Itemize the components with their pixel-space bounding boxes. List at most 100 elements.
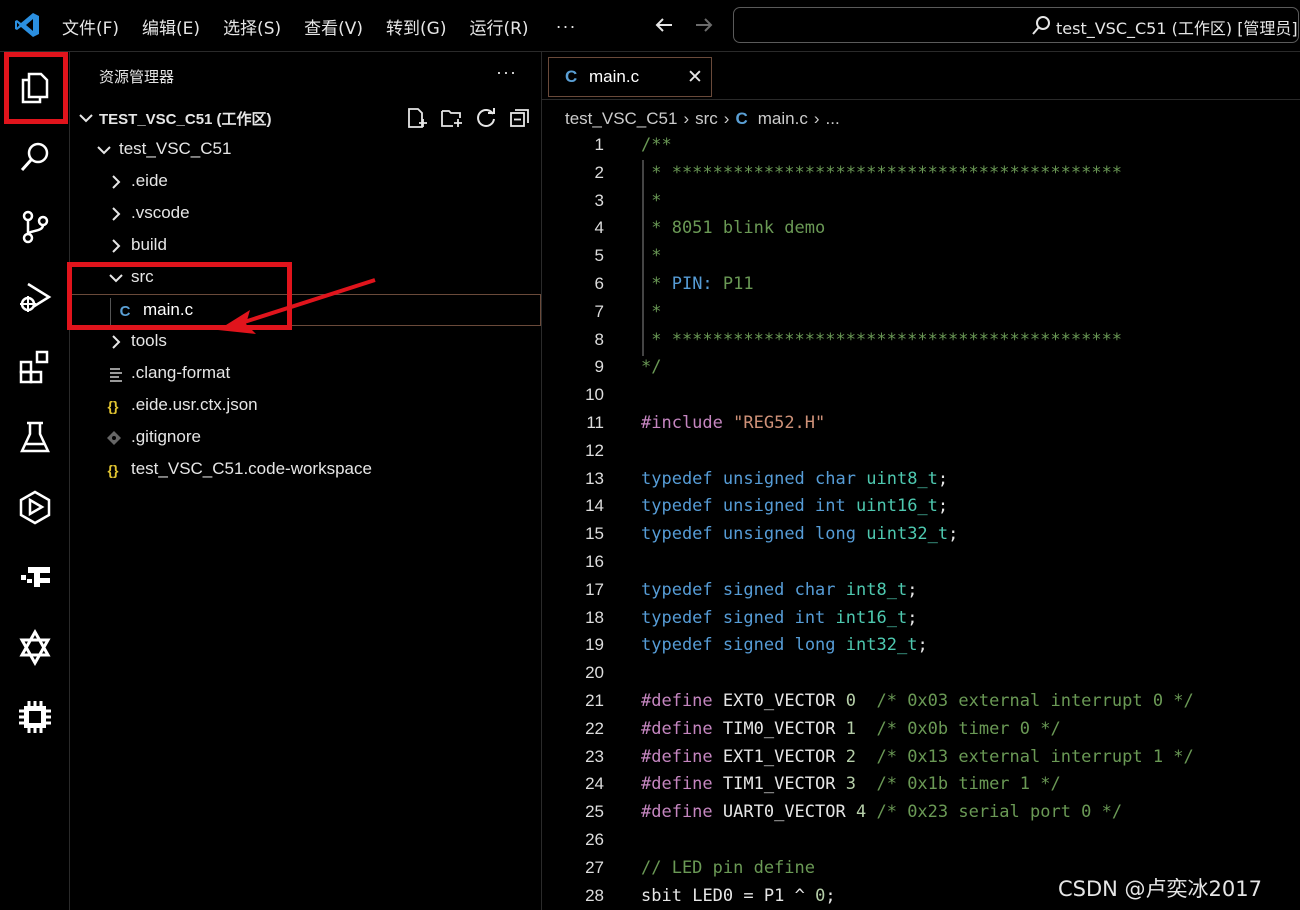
code-line[interactable]: 12: [542, 438, 1300, 466]
fold-guide: [642, 160, 644, 356]
code-text: #define TIM1_VECTOR 3 /* 0x1b timer 1 */: [641, 774, 1061, 795]
editor-area: C main.c ✕ test_VSC_C51 › src › C main.c…: [542, 52, 1300, 910]
code-text: typedef unsigned char uint8_t;: [641, 468, 949, 489]
tree-item-label: .eide.usr.ctx.json: [131, 395, 258, 414]
search-icon[interactable]: [14, 136, 56, 178]
tab-main-c[interactable]: C main.c ✕: [548, 57, 712, 97]
line-number: 26: [585, 830, 604, 849]
code-line[interactable]: 9 */: [542, 354, 1300, 382]
code-line[interactable]: 23 #define EXT1_VECTOR 2 /* 0x13 external…: [542, 744, 1300, 772]
line-number: 27: [585, 857, 604, 877]
chip-icon[interactable]: [14, 696, 56, 738]
refresh-icon[interactable]: [474, 106, 498, 130]
code-text: #define UART0_VECTOR 4 /* 0x23 serial po…: [641, 802, 1123, 823]
platformio-icon[interactable]: [14, 556, 56, 598]
tree-item-test-vsc-c51[interactable]: test_VSC_C51: [70, 134, 541, 166]
menu-file[interactable]: 文件(F): [62, 14, 119, 39]
code-line[interactable]: 25 #define UART0_VECTOR 4 /* 0x23 serial …: [542, 799, 1300, 827]
code-line[interactable]: 24 #define TIM1_VECTOR 3 /* 0x1b timer 1 …: [542, 771, 1300, 799]
eide-icon[interactable]: [14, 486, 56, 528]
line-number: 15: [585, 524, 604, 544]
menu-view[interactable]: 查看(V): [304, 14, 363, 39]
tree-item-label: .eide: [131, 171, 168, 190]
code-text: #include "REG52.H": [641, 413, 826, 433]
line-number: 21: [585, 691, 604, 710]
code-line[interactable]: 7 *: [542, 299, 1300, 327]
code-line[interactable]: 20: [542, 660, 1300, 688]
tree-item-eide[interactable]: .eide: [70, 166, 541, 198]
code-line[interactable]: 26: [542, 827, 1300, 855]
breadcrumb-item[interactable]: ...: [826, 109, 840, 129]
tree-item-build[interactable]: build: [70, 230, 541, 262]
extensions-icon[interactable]: [14, 346, 56, 388]
code-line[interactable]: 17 typedef signed char int8_t;: [542, 577, 1300, 605]
activity-bar: [0, 52, 70, 910]
line-number: 5: [594, 246, 604, 266]
forward-arrow-icon[interactable]: [692, 12, 716, 38]
menu-selection[interactable]: 选择(S): [223, 14, 281, 39]
code-line[interactable]: 3 *: [542, 188, 1300, 216]
line-number: 25: [585, 802, 604, 822]
command-center[interactable]: test_VSC_C51 (工作区) [管理员]: [733, 7, 1299, 43]
code-line[interactable]: 22 #define TIM0_VECTOR 1 /* 0x0b timer 0 …: [542, 716, 1300, 744]
tree-item-eide-usr-ctx-json[interactable]: {} .eide.usr.ctx.json: [70, 390, 541, 422]
code-text: *: [641, 190, 662, 211]
code-line[interactable]: 18 typedef signed int int16_t;: [542, 605, 1300, 633]
code-line[interactable]: 8 * ************************************…: [542, 327, 1300, 355]
more-actions-icon[interactable]: ···: [496, 62, 517, 83]
tree-item-code-workspace[interactable]: {} test_VSC_C51.code-workspace: [70, 454, 541, 486]
new-file-icon[interactable]: [405, 106, 429, 130]
code-line[interactable]: 6 * PIN: P11: [542, 271, 1300, 299]
code-line[interactable]: 11 #include "REG52.H": [542, 410, 1300, 438]
breadcrumb-item[interactable]: src: [695, 109, 718, 129]
code-line[interactable]: 5 *: [542, 243, 1300, 271]
code-line[interactable]: 19 typedef signed long int32_t;: [542, 632, 1300, 660]
remote-icon[interactable]: [14, 626, 56, 668]
tree-item-vscode[interactable]: .vscode: [70, 198, 541, 230]
line-number: 10: [585, 385, 604, 405]
tree-item-label: .gitignore: [131, 427, 201, 446]
menu-more-icon[interactable]: ···: [556, 16, 577, 37]
annotation-arrow-icon: [218, 278, 376, 334]
code-text: * **************************************…: [641, 162, 1123, 183]
line-number: 18: [585, 607, 604, 627]
code-line[interactable]: 21 #define EXT0_VECTOR 0 /* 0x03 external…: [542, 688, 1300, 716]
code-text: * 8051 blink demo: [641, 218, 826, 239]
c-file-icon: C: [565, 67, 578, 86]
source-control-icon[interactable]: [14, 206, 56, 248]
line-number: 8: [594, 329, 604, 349]
run-debug-icon[interactable]: [14, 276, 56, 318]
breadcrumb-item[interactable]: test_VSC_C51: [565, 109, 677, 129]
workspace-header[interactable]: TEST_VSC_C51 (工作区): [70, 104, 541, 132]
tree-item-label: test_VSC_C51.code-workspace: [131, 459, 372, 478]
line-number: 14: [585, 496, 604, 516]
new-folder-icon[interactable]: [440, 106, 464, 130]
explorer-highlight-box: [4, 52, 68, 124]
code-line[interactable]: 15 typedef unsigned long uint32_t;: [542, 521, 1300, 549]
testing-icon[interactable]: [14, 416, 56, 458]
code-line[interactable]: 1 /**: [542, 132, 1300, 160]
code-text: #define TIM0_VECTOR 1 /* 0x0b timer 0 */: [641, 718, 1061, 739]
code-line[interactable]: 10: [542, 382, 1300, 410]
menu-edit[interactable]: 编辑(E): [142, 14, 200, 39]
chevron-right-icon: [112, 239, 121, 253]
chevron-down-icon: [97, 146, 111, 155]
tree-item-clang-format[interactable]: .clang-format: [70, 358, 541, 390]
code-text: * PIN: P11: [641, 274, 754, 294]
menu-go[interactable]: 转到(G): [386, 14, 446, 39]
code-line[interactable]: 14 typedef unsigned int uint16_t;: [542, 493, 1300, 521]
breadcrumb-item[interactable]: main.c: [758, 109, 808, 129]
code-text: // LED pin define: [641, 857, 815, 878]
close-icon[interactable]: ✕: [687, 66, 703, 89]
tree-item-gitignore[interactable]: .gitignore: [70, 422, 541, 454]
collapse-all-icon[interactable]: [508, 106, 532, 130]
back-arrow-icon[interactable]: [652, 12, 676, 38]
code-line[interactable]: 16: [542, 549, 1300, 577]
code-line[interactable]: 2 * ************************************…: [542, 160, 1300, 188]
tree-item-label: tools: [131, 331, 167, 350]
code-text: sbit LED0 = P1 ^ 0;: [641, 885, 836, 906]
code-line[interactable]: 13 typedef unsigned char uint8_t;: [542, 466, 1300, 494]
code-line[interactable]: 4 * 8051 blink demo: [542, 215, 1300, 243]
menu-run[interactable]: 运行(R): [469, 14, 528, 39]
code-text: *: [641, 301, 662, 322]
